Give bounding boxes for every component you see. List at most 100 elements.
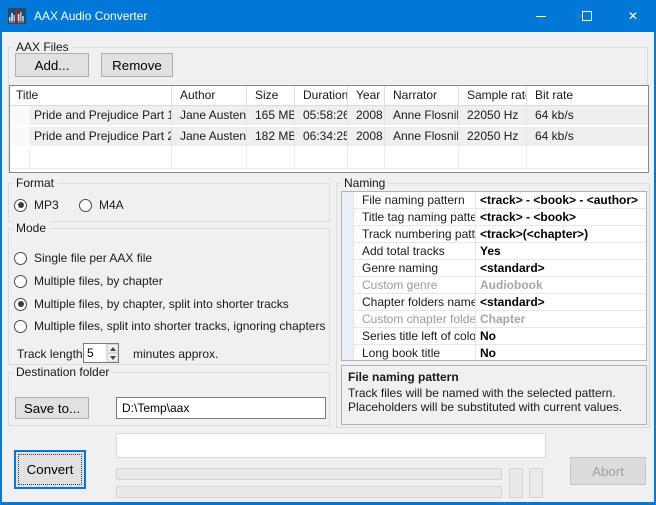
spinner-down-button[interactable] (107, 353, 118, 362)
naming-caption: Naming (341, 176, 388, 190)
maximize-button[interactable] (564, 0, 610, 32)
mode-caption: Mode (13, 221, 49, 235)
format-caption: Format (13, 176, 57, 190)
radio-label[interactable]: Multiple files, split into shorter track… (34, 319, 325, 333)
table-row[interactable]: Pride and Prejudice Part 2 Jane Austen 1… (10, 127, 648, 148)
radio-icon[interactable] (14, 275, 27, 288)
radio-m4a[interactable]: M4A (79, 198, 124, 212)
radio-multiple-ignore-chapters[interactable]: Multiple files, split into shorter track… (14, 319, 325, 333)
grid-gutter (342, 311, 354, 328)
property-label: Title tag naming pattern (354, 209, 476, 226)
grid-gutter (342, 277, 354, 294)
track-length-input[interactable] (84, 344, 106, 362)
cell-duration: 05:58:26 (295, 106, 348, 127)
close-button[interactable]: ✕ (610, 0, 656, 32)
abort-button[interactable]: Abort (570, 457, 646, 485)
cell-size: 165 MB (247, 106, 295, 127)
radio-icon[interactable] (14, 320, 27, 333)
mode-group: Mode Single file per AAX file Multiple f… (8, 228, 330, 365)
radio-icon[interactable] (79, 199, 92, 212)
property-label: File naming pattern (354, 192, 476, 209)
property-value: No (476, 328, 646, 345)
property-value: <standard> (476, 260, 646, 277)
convert-button[interactable]: Convert (14, 450, 86, 489)
grid-gutter (342, 209, 354, 226)
row-header-cell (10, 106, 30, 127)
column-header-bit-rate[interactable]: Bit rate (527, 86, 648, 106)
cell-bit-rate: 64 kb/s (527, 127, 648, 148)
track-length-stepper[interactable] (83, 343, 119, 363)
property-row[interactable]: Genre naming <standard> (342, 260, 646, 277)
column-header-duration[interactable]: Duration (295, 86, 348, 106)
progress-indicator-box-2 (529, 468, 543, 498)
property-label: Track numbering pattern (354, 226, 476, 243)
property-row[interactable]: Series title left of colon No (342, 328, 646, 345)
table-row[interactable]: Pride and Prejudice Part 1 Jane Austen 1… (10, 106, 648, 127)
property-row[interactable]: Add total tracks Yes (342, 243, 646, 260)
grid-gutter (342, 294, 354, 311)
property-row[interactable]: Chapter folders name prefi <standard> (342, 294, 646, 311)
description-title: File naming pattern (348, 370, 640, 384)
format-group: Format MP3 M4A (8, 183, 330, 222)
description-line: Placeholders will be substituted with cu… (348, 400, 640, 414)
cell-author: Jane Austen (172, 127, 247, 148)
column-header-author[interactable]: Author (172, 86, 247, 106)
app-icon (8, 8, 26, 24)
property-row[interactable]: Title tag naming pattern <track> - <book… (342, 209, 646, 226)
property-value: <track> - <book> (476, 209, 646, 226)
chevron-down-icon (110, 356, 116, 360)
property-label: Custom genre (354, 277, 476, 294)
radio-label[interactable]: MP3 (34, 198, 59, 212)
property-label: Chapter folders name prefi (354, 294, 476, 311)
radio-label[interactable]: Multiple files, by chapter, split into s… (34, 297, 289, 311)
property-row[interactable]: Custom chapter folder Chapter (342, 311, 646, 328)
cell-title: Pride and Prejudice Part 1 (30, 106, 172, 127)
property-row[interactable]: Track numbering pattern <track>(<chapter… (342, 226, 646, 243)
client-area: AAX Files Add... Remove Title Author Siz… (2, 32, 654, 502)
naming-property-grid: File naming pattern <track> - <book> - <… (341, 191, 647, 361)
radio-icon[interactable] (14, 199, 27, 212)
cell-year: 2008 (348, 106, 385, 127)
minimize-button[interactable] (518, 0, 564, 32)
property-value: Chapter (476, 311, 646, 328)
maximize-icon (582, 11, 592, 21)
save-to-button[interactable]: Save to... (15, 397, 89, 419)
grid-gutter (342, 192, 354, 209)
column-header-narrator[interactable]: Narrator (385, 86, 459, 106)
property-row[interactable]: Long book title No (342, 345, 646, 361)
radio-multiple-by-chapter[interactable]: Multiple files, by chapter (14, 274, 163, 288)
radio-single-file[interactable]: Single file per AAX file (14, 251, 152, 265)
radio-mp3[interactable]: MP3 (14, 198, 59, 212)
column-header-year[interactable]: Year (348, 86, 385, 106)
aax-files-group: AAX Files Add... Remove Title Author Siz… (8, 47, 648, 172)
cell-narrator: Anne Flosnik (385, 127, 459, 148)
radio-icon[interactable] (14, 298, 27, 311)
property-value: <standard> (476, 294, 646, 311)
property-row[interactable]: Custom genre Audiobook (342, 277, 646, 294)
radio-label[interactable]: M4A (99, 198, 124, 212)
grid-gutter (342, 328, 354, 345)
cell-duration: 06:34:25 (295, 127, 348, 148)
destination-path-input[interactable] (116, 397, 326, 419)
track-length-label: Track length (17, 347, 83, 361)
app-window: AAX Audio Converter ✕ AAX Files Add... R… (0, 0, 656, 505)
spinner-up-button[interactable] (107, 344, 118, 353)
column-header-sample-rate[interactable]: Sample rate (459, 86, 527, 106)
cell-year: 2008 (348, 127, 385, 148)
cell-sample-rate: 22050 Hz (459, 127, 527, 148)
table-empty-area (10, 148, 648, 172)
chevron-up-icon (110, 347, 116, 351)
radio-label[interactable]: Multiple files, by chapter (34, 274, 163, 288)
radio-label[interactable]: Single file per AAX file (34, 251, 152, 265)
column-header-size[interactable]: Size (247, 86, 295, 106)
add-button[interactable]: Add... (15, 53, 89, 77)
cell-author: Jane Austen (172, 106, 247, 127)
progress-bar-total (116, 468, 502, 480)
radio-multiple-by-chapter-split[interactable]: Multiple files, by chapter, split into s… (14, 297, 289, 311)
remove-button[interactable]: Remove (101, 53, 173, 77)
column-header-title[interactable]: Title (10, 86, 172, 106)
property-row[interactable]: File naming pattern <track> - <book> - <… (342, 192, 646, 209)
close-icon: ✕ (628, 9, 638, 23)
property-value: Audiobook (476, 277, 646, 294)
radio-icon[interactable] (14, 252, 27, 265)
